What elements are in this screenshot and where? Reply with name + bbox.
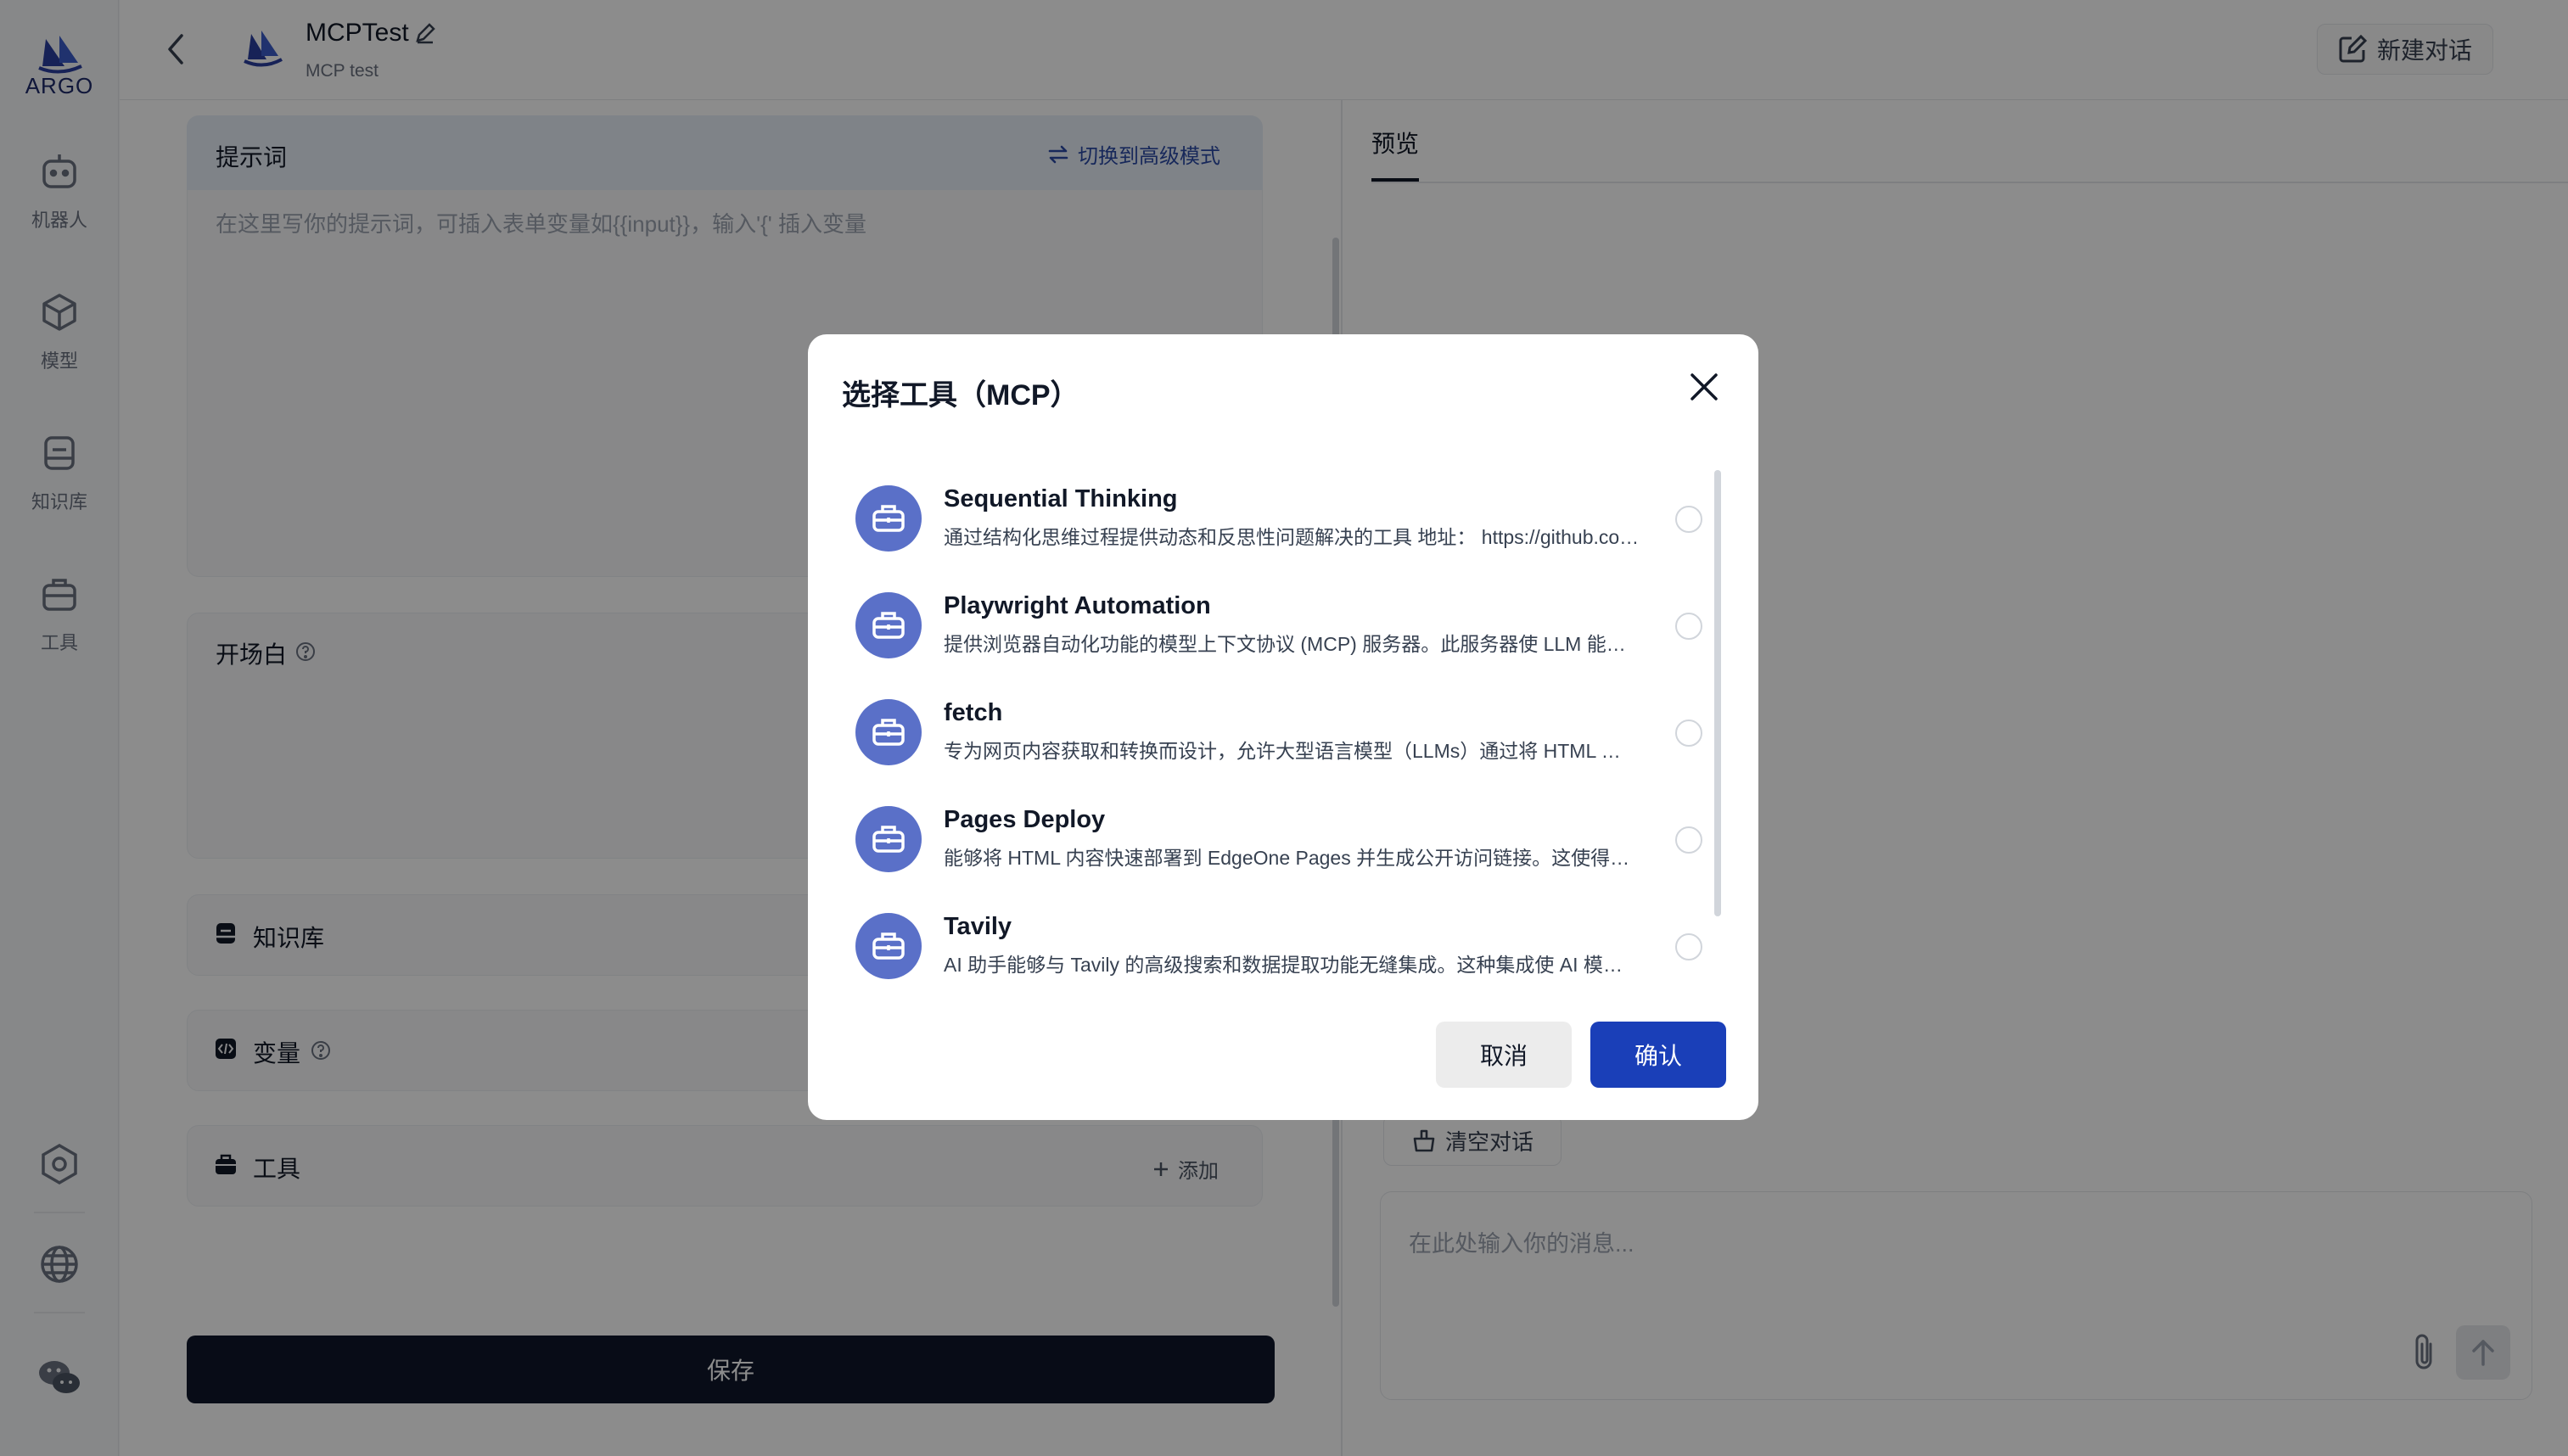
tool-item-pages-deploy[interactable]: Pages Deploy 能够将 HTML 内容快速部署到 EdgeOne Pa…: [855, 798, 1704, 886]
toolbox-icon: [855, 699, 922, 765]
toolbox-icon: [855, 592, 922, 658]
tool-name: Playwright Automation: [944, 592, 1211, 619]
tool-radio[interactable]: [1675, 506, 1702, 533]
tool-item-fetch[interactable]: fetch 专为网页内容获取和转换而设计，允许大型语言模型（LLMs）通过将 H…: [855, 691, 1704, 779]
dialog-scrollbar[interactable]: [1714, 470, 1721, 916]
tool-description: 通过结构化思维过程提供动态和反思性问题解决的工具 地址： https://git…: [944, 526, 1640, 548]
dialog-title: 选择工具（MCP）: [842, 379, 1079, 412]
close-icon: [1687, 370, 1721, 404]
confirm-button[interactable]: 确认: [1590, 1022, 1726, 1088]
cancel-button[interactable]: 取消: [1436, 1022, 1572, 1088]
tool-description: 能够将 HTML 内容快速部署到 EdgeOne Pages 并生成公开访问链接…: [944, 847, 1640, 869]
tool-radio[interactable]: [1675, 720, 1702, 747]
tool-name: fetch: [944, 699, 1003, 726]
tool-item-sequential-thinking[interactable]: Sequential Thinking 通过结构化思维过程提供动态和反思性问题解…: [855, 477, 1704, 565]
close-button[interactable]: [1687, 370, 1721, 404]
tool-description: AI 助手能够与 Tavily 的高级搜索和数据提取功能无缝集成。这种集成使 A…: [944, 954, 1640, 976]
tool-name: Pages Deploy: [944, 806, 1106, 833]
tool-name: Sequential Thinking: [944, 485, 1178, 512]
tool-radio[interactable]: [1675, 933, 1702, 960]
tool-item-playwright-automation[interactable]: Playwright Automation 提供浏览器自动化功能的模型上下文协议…: [855, 584, 1704, 672]
toolbox-icon: [855, 485, 922, 552]
toolbox-icon: [855, 806, 922, 872]
tool-description: 提供浏览器自动化功能的模型上下文协议 (MCP) 服务器。此服务器使 LLM 能…: [944, 633, 1640, 655]
tool-description: 专为网页内容获取和转换而设计，允许大型语言模型（LLMs）通过将 HTML 转换…: [944, 740, 1640, 762]
tool-item-tavily[interactable]: Tavily AI 助手能够与 Tavily 的高级搜索和数据提取功能无缝集成。…: [855, 904, 1704, 993]
toolbox-icon: [855, 913, 922, 979]
select-tool-dialog: 选择工具（MCP） Sequential Thinking 通过结构化思维过程提…: [808, 334, 1758, 1120]
tool-name: Tavily: [944, 913, 1012, 940]
tool-radio[interactable]: [1675, 613, 1702, 640]
tool-radio[interactable]: [1675, 826, 1702, 854]
